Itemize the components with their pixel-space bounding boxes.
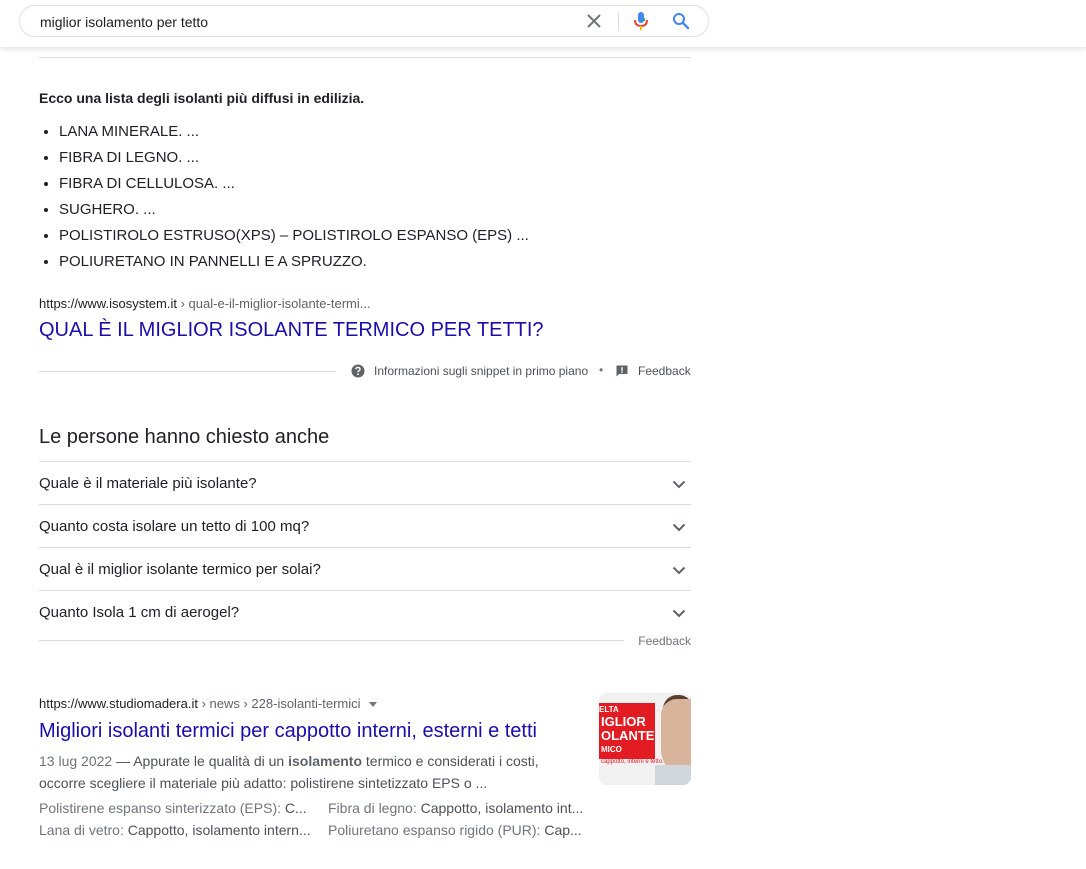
search-input[interactable]: miglior isolamento per tetto (40, 14, 208, 30)
source-domain: https://www.isosystem.it (39, 296, 177, 311)
help-icon[interactable] (351, 364, 365, 378)
divider (39, 640, 624, 641)
divider (39, 371, 336, 372)
sitelink[interactable]: Fibra di legno: Cappotto, isolamento int… (328, 800, 586, 816)
list-item: POLIURETANO IN PANNELLI E A SPRUZZO. (59, 249, 529, 275)
microphone-icon[interactable] (632, 11, 650, 31)
result-url[interactable]: https://www.studiomadera.it › news › 228… (39, 696, 377, 711)
sitelink-label: Fibra di legno: (328, 800, 421, 816)
snippet-source-url[interactable]: https://www.isosystem.it › qual-e-il-mig… (39, 296, 371, 311)
result-domain: https://www.studiomadera.it (39, 696, 198, 711)
separator-dot: • (599, 363, 604, 377)
thumbnail-text: ELTA (599, 705, 619, 714)
snippet-info-row: Informazioni sugli snippet in primo pian… (39, 362, 691, 380)
paa-question-text: Qual è il miglior isolante termico per s… (39, 561, 321, 578)
snippet-highlight: isolamento (288, 753, 362, 769)
chevron-down-icon[interactable] (671, 562, 687, 578)
feedback-icon[interactable] (615, 364, 629, 378)
chevron-down-icon[interactable] (671, 476, 687, 492)
thumbnail-text: MICO (601, 745, 622, 754)
clear-icon[interactable] (586, 13, 602, 29)
list-item: FIBRA DI CELLULOSA. ... (59, 171, 529, 197)
paa-question[interactable]: Quanto costa isolare un tetto di 100 mq? (39, 504, 691, 547)
paa-title: Le persone hanno chiesto anche (39, 426, 330, 448)
paa-question[interactable]: Quale è il materiale più isolante? (39, 461, 691, 504)
search-icon[interactable] (672, 12, 690, 30)
thumbnail-text: IGLIOR (601, 714, 646, 729)
snippet-heading: Ecco una lista degli isolanti più diffus… (39, 90, 365, 106)
snippet-source-title-link[interactable]: QUAL È IL MIGLIOR ISOLANTE TERMICO PER T… (39, 319, 544, 342)
search-box[interactable]: miglior isolamento per tetto (19, 5, 709, 37)
thumbnail-headline: IGLIOR OLANTE MICO (601, 715, 654, 757)
result-thumbnail[interactable]: ELTA IGLIOR OLANTE MICO cappotto, intern… (599, 693, 691, 785)
sitelink[interactable]: Lana di vetro: Cappotto, isolamento inte… (39, 822, 317, 838)
divider (39, 57, 691, 58)
top-bar: miglior isolamento per tetto (0, 0, 1086, 47)
result-path: › news › 228-isolanti-termici (197, 696, 361, 711)
paa-question-text: Quanto Isola 1 cm di aerogel? (39, 604, 240, 621)
paa-question[interactable]: Quanto Isola 1 cm di aerogel? (39, 590, 691, 633)
list-item: FIBRA DI LEGNO. ... (59, 145, 529, 171)
list-item: SUGHERO. ... (59, 197, 529, 223)
thumbnail-person-shirt (655, 765, 691, 785)
source-path: › qual-e-il-miglior-isolante-termi... (176, 296, 371, 311)
paa-question-text: Quale è il materiale più isolante? (39, 475, 257, 492)
sitelink-label: Lana di vetro: (39, 822, 128, 838)
chevron-down-icon[interactable] (671, 605, 687, 621)
sitelink-label: Polistirene espanso sinterizzato (EPS): (39, 800, 285, 816)
dropdown-caret-icon[interactable] (368, 702, 377, 708)
sitelink-value: Cappotto, isolamento intern... (127, 822, 311, 838)
snippet-list: LANA MINERALE. ... FIBRA DI LEGNO. ... F… (39, 119, 529, 275)
chevron-down-icon[interactable] (671, 519, 687, 535)
result-date: 13 lug 2022 (39, 753, 113, 769)
sitelink[interactable]: Poliuretano espanso rigido (PUR): Cap... (328, 822, 586, 838)
result-snippet: 13 lug 2022 — Appurate le qualità di un … (39, 750, 579, 794)
sitelink-value: Cappotto, isolamento int... (420, 800, 584, 816)
search-divider (618, 12, 619, 31)
snippet-info-link[interactable]: Informazioni sugli snippet in primo pian… (374, 364, 588, 378)
sitelink-value: Cap... (544, 822, 582, 838)
paa-question[interactable]: Qual è il miglior isolante termico per s… (39, 547, 691, 590)
sitelink-value: C... (284, 800, 307, 816)
paa-question-text: Quanto costa isolare un tetto di 100 mq? (39, 518, 310, 535)
snippet-text: — Appurate le qualità di un (112, 753, 289, 769)
sitelink[interactable]: Polistirene espanso sinterizzato (EPS): … (39, 800, 311, 816)
list-item: LANA MINERALE. ... (59, 119, 529, 145)
result-title-link[interactable]: Migliori isolanti termici per cappotto i… (39, 720, 537, 743)
list-item: POLISTIROLO ESTRUSO(XPS) – POLISTIROLO E… (59, 223, 529, 249)
thumbnail-text: OLANTE (601, 728, 655, 743)
paa-feedback-link[interactable]: Feedback (638, 634, 691, 648)
sitelink-label: Poliuretano espanso rigido (PUR): (328, 822, 545, 838)
snippet-feedback-link[interactable]: Feedback (638, 364, 691, 378)
